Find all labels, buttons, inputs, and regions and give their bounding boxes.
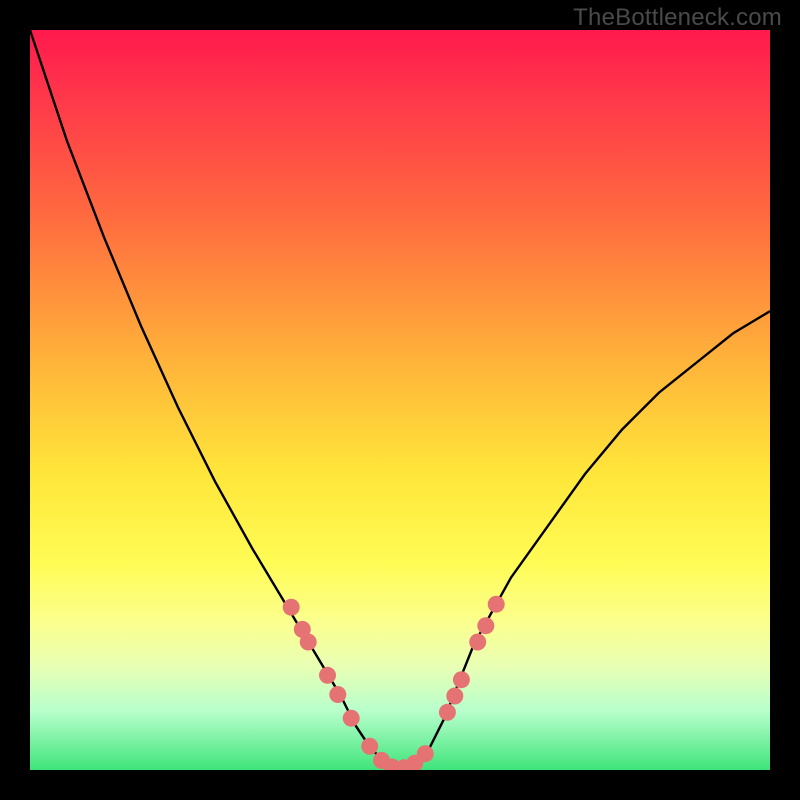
sample-dot — [319, 667, 336, 684]
sample-dot — [283, 599, 300, 616]
chart-svg — [30, 30, 770, 770]
sample-dot — [453, 671, 470, 688]
sample-dot — [361, 738, 378, 755]
sample-dot — [417, 745, 434, 762]
sample-dot — [446, 688, 463, 705]
dots-group — [283, 596, 505, 770]
sample-dot — [488, 596, 505, 613]
sample-dot — [477, 617, 494, 634]
sample-dot — [300, 634, 317, 651]
outer-frame: TheBottleneck.com — [0, 0, 800, 800]
plot-area — [30, 30, 770, 770]
sample-dot — [343, 710, 360, 727]
bottleneck-curve-path — [30, 30, 770, 770]
sample-dot — [439, 704, 456, 721]
sample-dot — [469, 634, 486, 651]
sample-dot — [329, 686, 346, 703]
watermark-text: TheBottleneck.com — [573, 4, 782, 32]
